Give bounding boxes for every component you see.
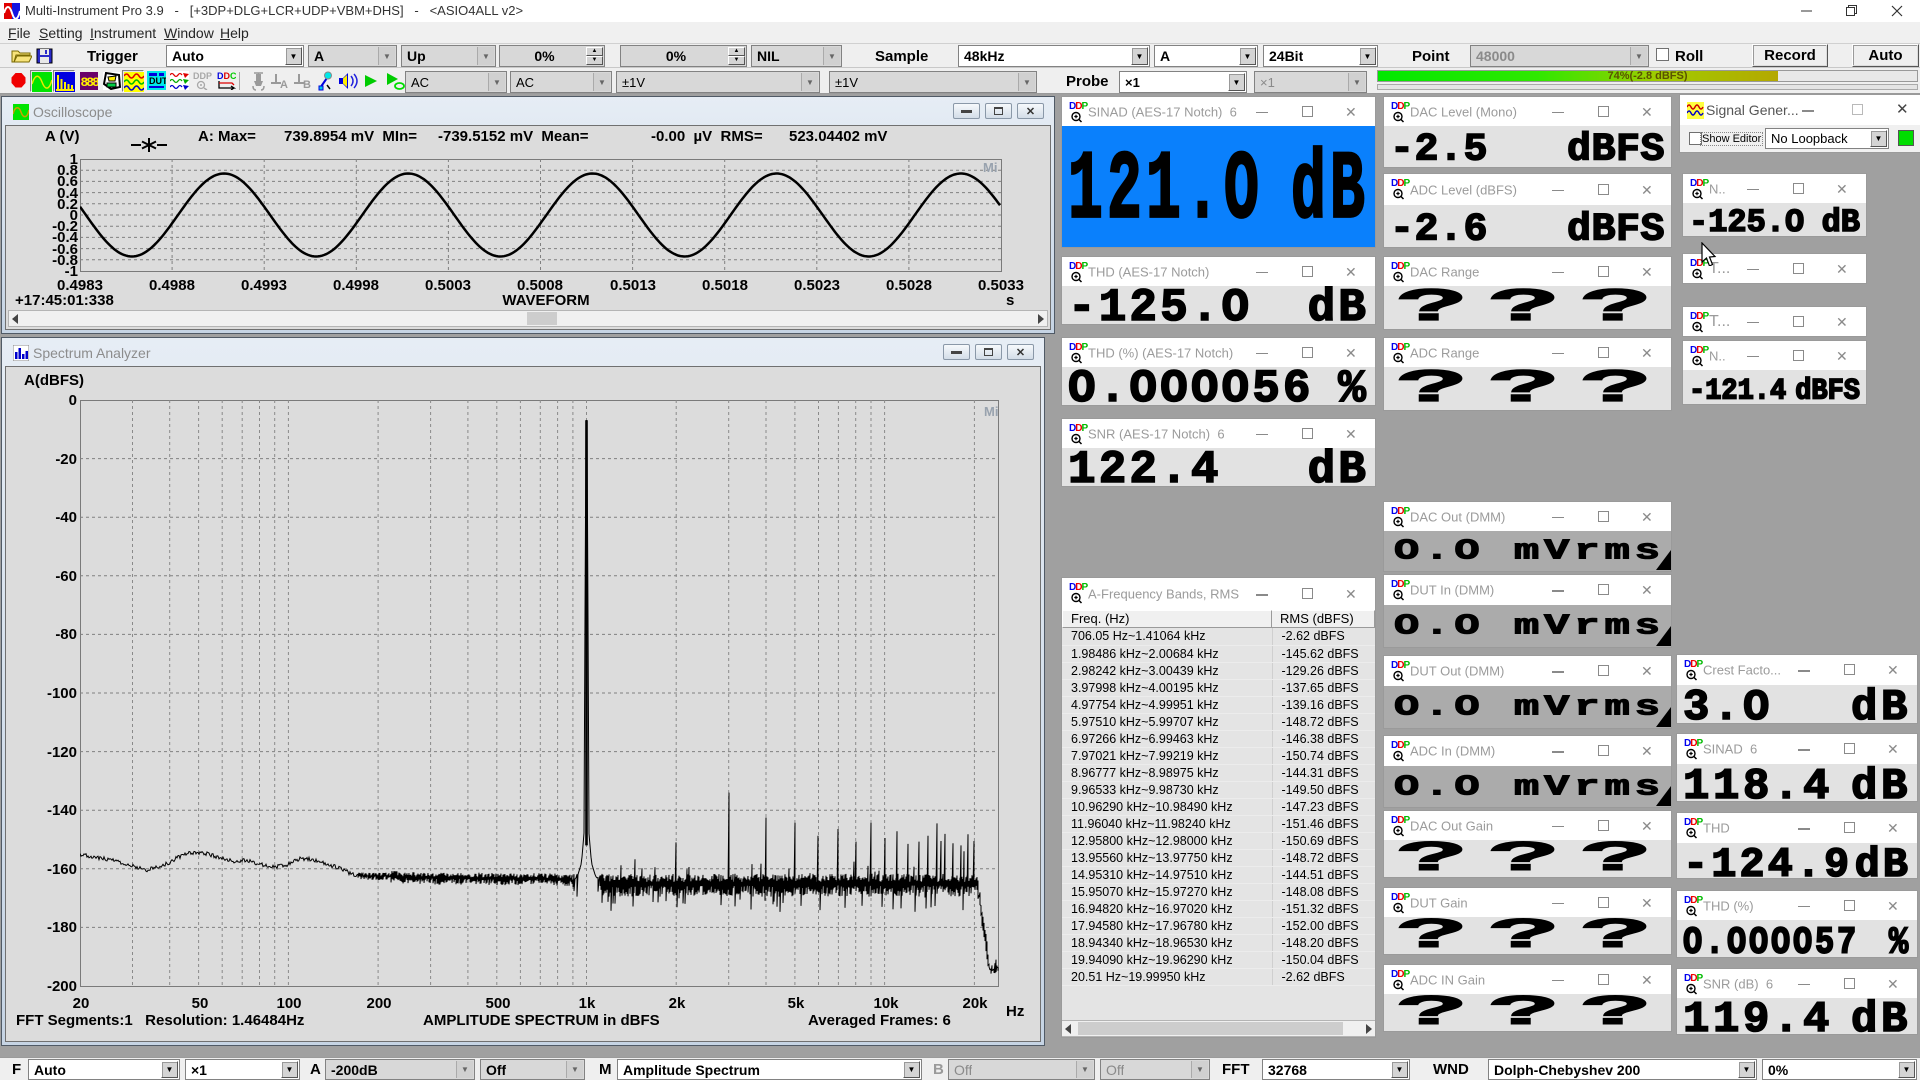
svg-text:DDP: DDP: [1391, 660, 1410, 671]
svg-text:DDP: DDP: [1069, 582, 1088, 593]
svg-text:DDP: DDP: [1690, 345, 1709, 356]
svg-text:DDP: DDP: [1684, 738, 1703, 749]
svg-text:DDP: DDP: [1391, 892, 1410, 903]
svg-text:DDP: DDP: [1069, 342, 1088, 353]
svg-text:DDP: DDP: [1391, 342, 1410, 353]
svg-text:DDP: DDP: [1684, 973, 1703, 984]
svg-text:DDP: DDP: [1684, 659, 1703, 670]
svg-text:DUT: DUT: [149, 76, 166, 86]
svg-text:DDP: DDP: [1391, 579, 1410, 590]
svg-text:Mi: Mi: [984, 404, 998, 419]
svg-text:Mi: Mi: [983, 160, 997, 175]
svg-text:DDP: DDP: [1391, 815, 1410, 826]
svg-text:DDP: DDP: [1069, 101, 1088, 112]
svg-text:DDP: DDP: [1690, 311, 1709, 322]
svg-text:DDP: DDP: [1684, 895, 1703, 906]
svg-text:DDP: DDP: [1391, 740, 1410, 751]
svg-text:A: A: [280, 79, 288, 91]
svg-text:DDP: DDP: [1391, 101, 1410, 112]
svg-text:DDP: DDP: [1391, 969, 1410, 980]
svg-text:DDP: DDP: [1690, 178, 1709, 189]
svg-text:DDC: DDC: [217, 71, 236, 81]
svg-text:DDP: DDP: [1391, 506, 1410, 517]
svg-text:DDP: DDP: [1684, 817, 1703, 828]
svg-text:DDP: DDP: [1069, 261, 1088, 272]
svg-text:DDP: DDP: [1069, 423, 1088, 434]
svg-text:DDP: DDP: [1391, 261, 1410, 272]
svg-text:DDP: DDP: [193, 71, 212, 81]
svg-text:B: B: [303, 79, 311, 91]
svg-text:DDP: DDP: [1391, 178, 1410, 189]
svg-text:888: 888: [81, 75, 99, 90]
